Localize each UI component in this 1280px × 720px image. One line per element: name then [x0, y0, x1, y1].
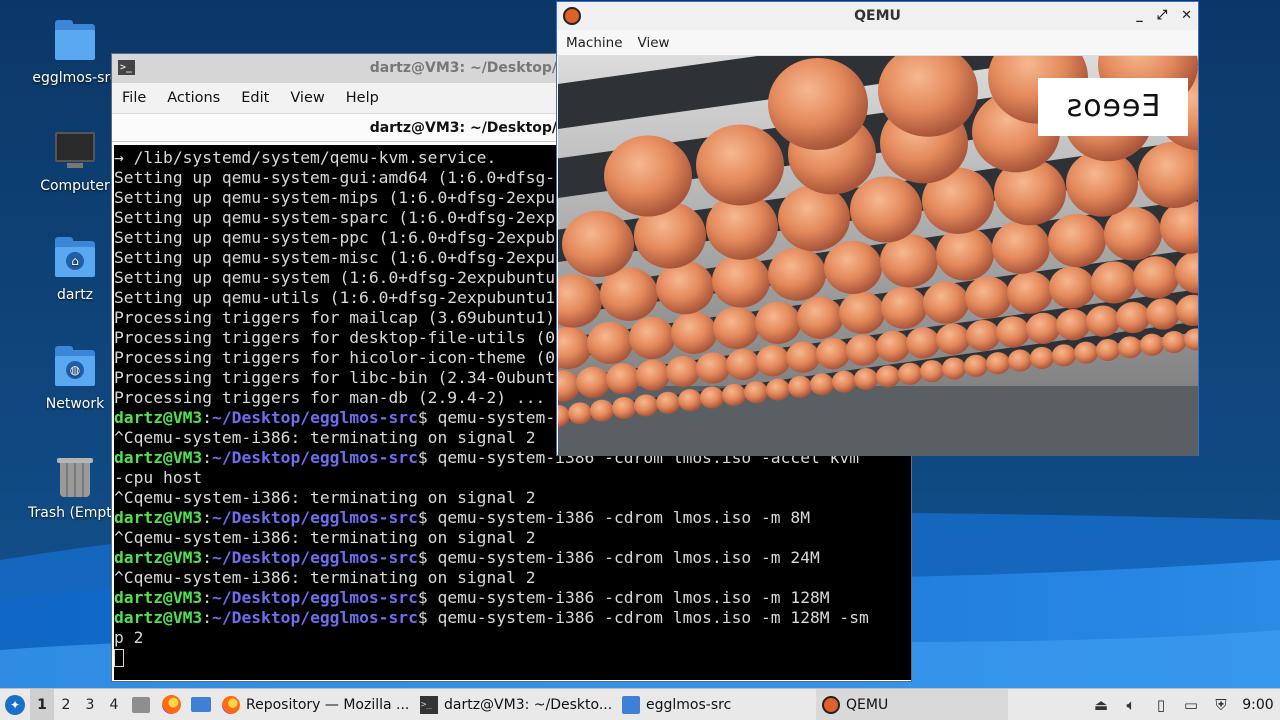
qemu-menubar: Machine View — [557, 30, 1198, 56]
network-folder-icon: ◍ — [53, 346, 97, 390]
display-icon[interactable]: ▭ — [1176, 689, 1206, 720]
terminal-cursor-line — [114, 648, 911, 668]
start-menu-button[interactable]: ✦ — [0, 689, 30, 720]
terminal-output-line: ^Cqemu-system-i386: terminating on signa… — [114, 488, 536, 507]
window-controls: _ ⤢ ✕ — [1136, 2, 1192, 30]
task-file-manager[interactable]: egglmos-src — [616, 689, 816, 720]
folder-icon — [622, 695, 640, 714]
workspace-2[interactable]: 2 — [54, 689, 78, 720]
prompt-user: dartz@VM3 — [114, 448, 203, 467]
prompt-user: dartz@VM3 — [114, 508, 203, 527]
task-label: dartz@VM3: ~/Deskto... — [444, 696, 613, 713]
menu-view[interactable]: View — [638, 35, 670, 51]
terminal-icon: >_ — [118, 60, 135, 75]
workspace-4[interactable]: 4 — [102, 689, 126, 720]
prompt-user: dartz@VM3 — [114, 548, 203, 567]
trash-icon — [53, 455, 97, 499]
firefox-launcher[interactable] — [156, 689, 186, 720]
task-label: Repository — Mozilla ... — [246, 696, 410, 713]
shield-icon[interactable]: ⛨ — [1206, 689, 1236, 720]
terminal-output-line: -cpu host — [114, 468, 203, 487]
maximize-button[interactable]: ⤢ — [1157, 2, 1167, 30]
task-firefox[interactable]: Repository — Mozilla ... — [216, 689, 414, 720]
task-terminal[interactable]: >_ dartz@VM3: ~/Deskto... — [414, 689, 616, 720]
prompt-path: ~/Desktop/egglmos-src — [212, 408, 418, 427]
qemu-titlebar[interactable]: QEMU _ ⤢ ✕ — [557, 2, 1198, 30]
prompt-path: ~/Desktop/egglmos-src — [212, 588, 418, 607]
qemu-icon — [822, 695, 840, 714]
lubuntu-logo-icon: ✦ — [5, 694, 25, 715]
terminal-cursor — [114, 649, 124, 667]
terminal-command-line: dartz@VM3:~/Desktop/egglmos-src$ qemu-sy… — [114, 548, 820, 567]
menu-view[interactable]: View — [290, 90, 324, 106]
taskbar: ✦ 1 2 3 4 Repository — Mozilla ... >_ da… — [0, 688, 1280, 720]
minimize-button[interactable]: _ — [1136, 2, 1143, 30]
prompt-user: dartz@VM3 — [114, 588, 203, 607]
firefox-icon — [222, 695, 240, 714]
folder-icon — [53, 20, 97, 64]
clipboard-icon[interactable]: ▯ — [1146, 689, 1176, 720]
computer-icon — [53, 128, 97, 172]
show-desktop-button[interactable] — [126, 689, 156, 720]
eject-icon[interactable]: ⏏ — [1086, 689, 1116, 720]
task-qemu[interactable]: QEMU — [816, 688, 1008, 720]
firefox-icon — [161, 695, 181, 714]
terminal-output-line: ^Cqemu-system-i386: terminating on signa… — [114, 528, 536, 547]
task-label: egglmos-src — [646, 696, 732, 713]
qemu-title: QEMU — [854, 8, 901, 24]
volume-icon[interactable]: 🔈︎ — [1116, 689, 1146, 720]
menu-help[interactable]: Help — [346, 90, 379, 106]
prompt-user: dartz@VM3 — [114, 408, 203, 427]
clock[interactable]: 9:00 — [1236, 697, 1280, 713]
terminal-output-line: ^Cqemu-system-i386: terminating on signa… — [114, 568, 536, 587]
screen-logo-text: Eeeos — [1038, 78, 1188, 136]
show-desktop-icon — [132, 696, 150, 713]
task-label: QEMU — [846, 696, 889, 713]
prompt-path: ~/Desktop/egglmos-src — [212, 508, 418, 527]
terminal-command-line: dartz@VM3:~/Desktop/egglmos-src$ qemu-sy… — [114, 508, 810, 527]
folder-icon — [191, 697, 211, 712]
terminal-output-line: p 2 — [114, 628, 144, 647]
workspace-3[interactable]: 3 — [78, 689, 102, 720]
menu-edit[interactable]: Edit — [241, 90, 269, 106]
prompt-path: ~/Desktop/egglmos-src — [212, 608, 418, 627]
qemu-window[interactable]: QEMU _ ⤢ ✕ Machine View Eeeos — [556, 1, 1199, 456]
prompt-path: ~/Desktop/egglmos-src — [212, 548, 418, 567]
file-manager-launcher[interactable] — [186, 689, 216, 720]
system-tray: ⏏ 🔈︎ ▯ ▭ ⛨ 9:00 — [1086, 689, 1280, 720]
terminal-icon: >_ — [420, 695, 438, 714]
menu-actions[interactable]: Actions — [167, 90, 220, 106]
prompt-path: ~/Desktop/egglmos-src — [212, 448, 418, 467]
prompt-user: dartz@VM3 — [114, 608, 203, 627]
terminal-command-line: dartz@VM3:~/Desktop/egglmos-src$ qemu-sy… — [114, 588, 830, 607]
menu-file[interactable]: File — [122, 90, 146, 106]
menu-machine[interactable]: Machine — [566, 35, 623, 51]
close-button[interactable]: ✕ — [1181, 2, 1192, 30]
home-folder-icon: ⌂ — [53, 237, 97, 281]
qemu-icon — [563, 7, 581, 25]
qemu-display[interactable]: Eeeos — [558, 56, 1198, 456]
terminal-command-line: dartz@VM3:~/Desktop/egglmos-src$ qemu-sy… — [114, 608, 869, 627]
workspace-1[interactable]: 1 — [30, 688, 54, 720]
